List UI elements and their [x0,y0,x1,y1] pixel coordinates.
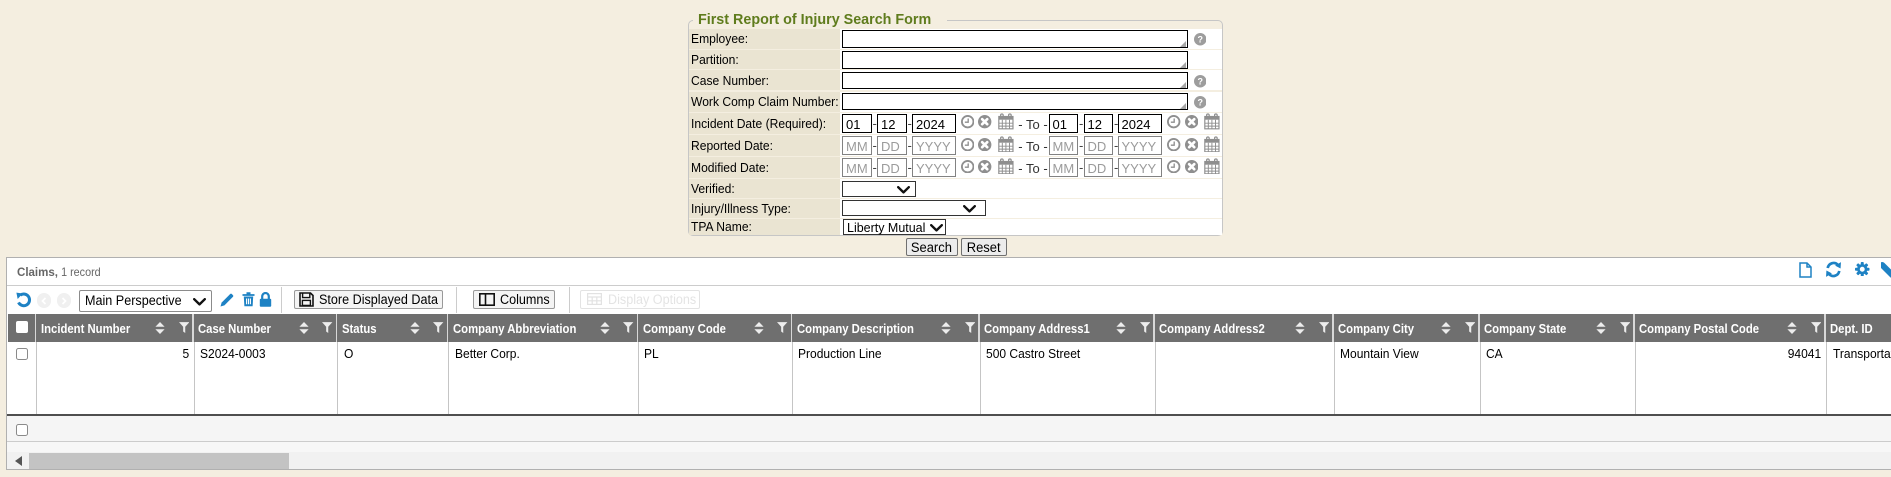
svg-text:?: ? [1197,97,1202,107]
svg-text:?: ? [1197,76,1202,86]
svg-text:?: ? [1197,34,1202,44]
